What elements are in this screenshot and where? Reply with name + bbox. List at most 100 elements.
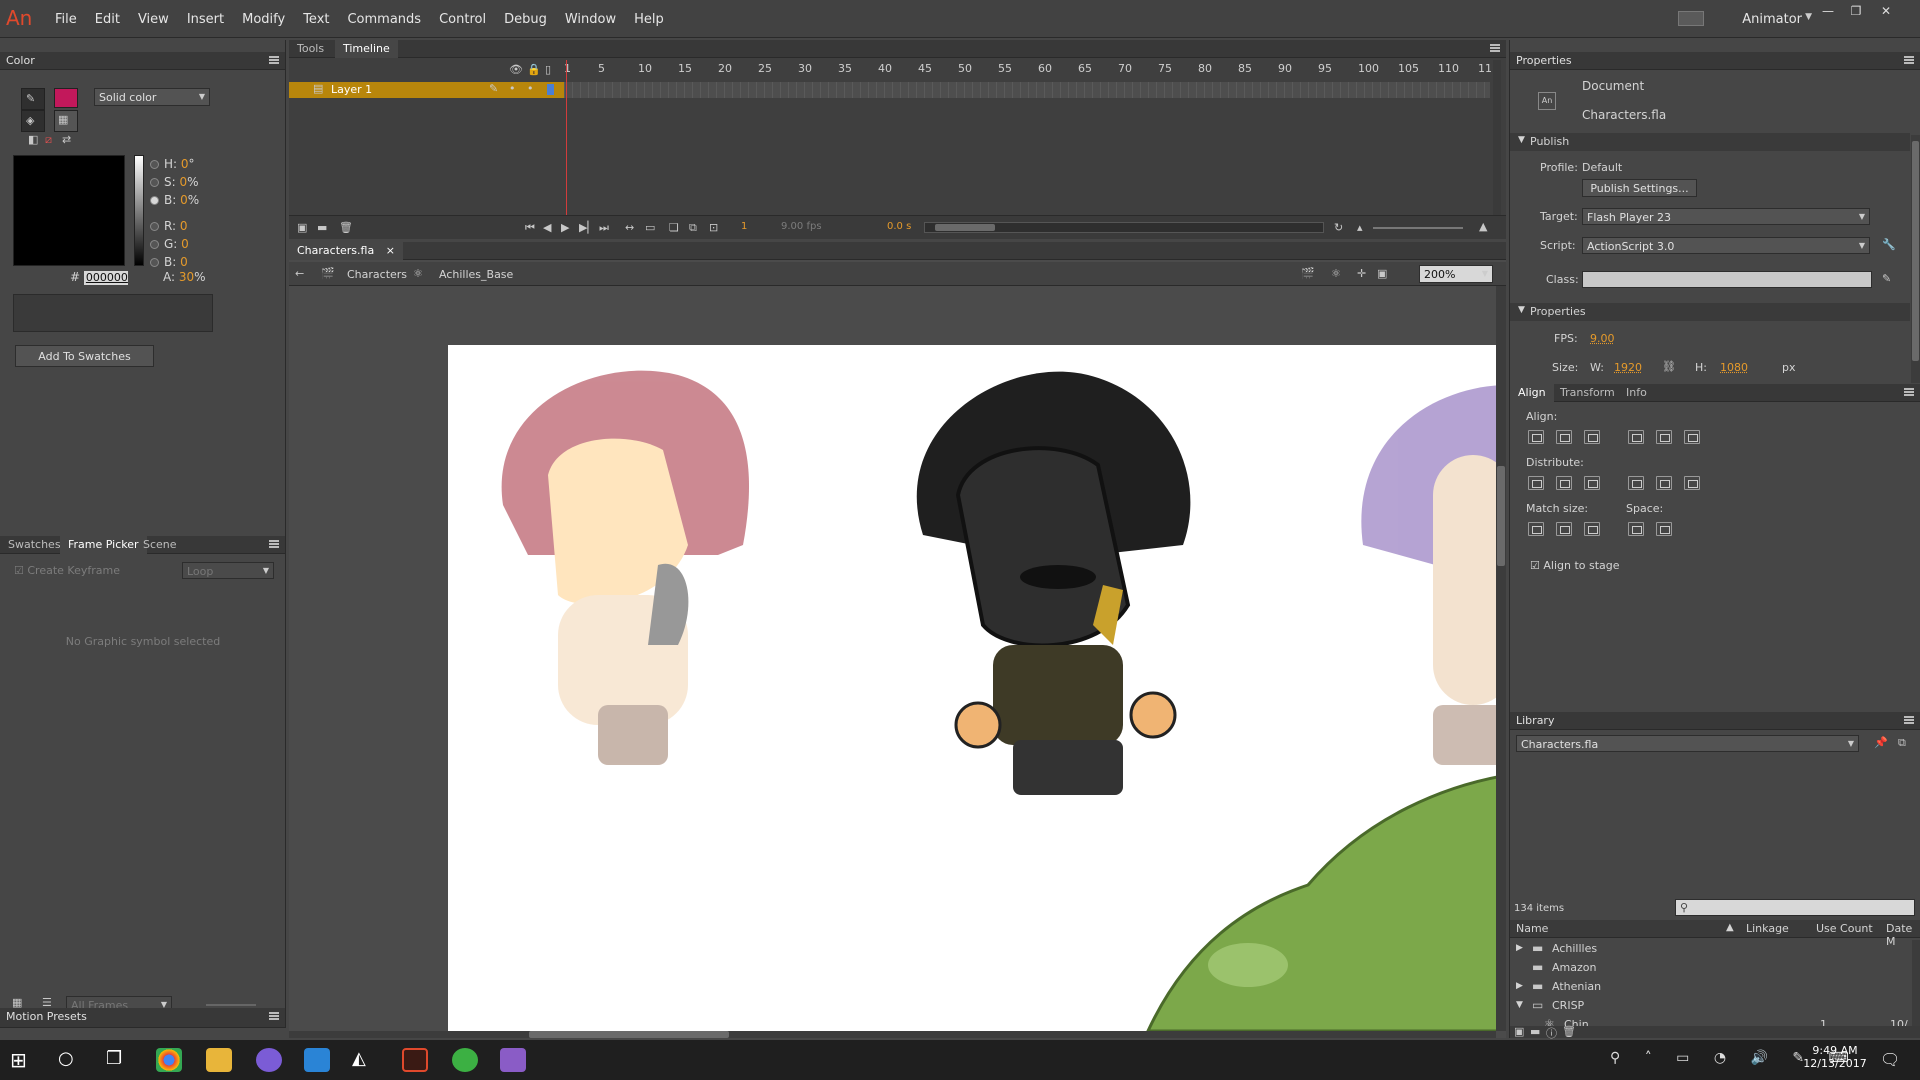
distribute-right-icon[interactable] <box>1684 476 1700 490</box>
new-symbol-icon[interactable]: ▣ <box>1514 1025 1524 1038</box>
ruler-tick-label[interactable]: 65 <box>1078 62 1092 75</box>
class-input[interactable] <box>1582 271 1872 288</box>
play-icon[interactable]: ▶ <box>561 221 569 234</box>
green-app-icon[interactable] <box>452 1048 478 1072</box>
back-arrow-icon[interactable]: ← <box>295 267 304 280</box>
column-use-count[interactable]: Use Count <box>1816 922 1873 935</box>
lock-icon[interactable]: 🔒 <box>527 63 541 76</box>
frame-ruler[interactable]: 1 5 10 15 20 25 30 35 40 45 50 55 60 65 70 75 80 85 90 95 10… <box>564 60 1490 78</box>
panel-menu-icon[interactable] <box>269 540 279 548</box>
step-back-icon[interactable]: ◀ <box>543 221 551 234</box>
tab-align[interactable]: Align <box>1510 384 1554 402</box>
match-both-icon[interactable] <box>1584 522 1600 536</box>
file-explorer-icon[interactable] <box>206 1048 232 1072</box>
thumbnail-size-slider[interactable] <box>206 1004 256 1006</box>
pencil-icon[interactable]: ✎ <box>489 82 498 95</box>
width-value[interactable]: 1920 <box>1614 361 1642 374</box>
stage-h-scrollbar[interactable] <box>289 1031 1496 1038</box>
monster-bottom-right[interactable] <box>1148 775 1501 1031</box>
character-right-purple[interactable] <box>1361 385 1501 765</box>
center-stage-icon[interactable]: ✛ <box>1357 267 1366 280</box>
new-folder-icon[interactable]: ▬ <box>1530 1025 1540 1038</box>
fps-readout[interactable]: 9.00 fps <box>781 221 822 232</box>
vscode-icon[interactable] <box>304 1048 330 1072</box>
fill-type-select[interactable]: Solid color <box>94 88 210 106</box>
fps-value[interactable]: 9.00 <box>1590 332 1615 345</box>
large-mountain-icon[interactable]: ▲ <box>1479 220 1487 233</box>
outline-icon[interactable]: ▯ <box>545 63 551 76</box>
edit-symbol-icon[interactable]: ⚛ <box>1331 267 1341 280</box>
tab-scene[interactable]: Scene <box>135 536 185 554</box>
onion-skin-icon[interactable]: ▭ <box>645 221 655 234</box>
menu-window[interactable]: Window <box>556 12 625 27</box>
frame-size-slider[interactable] <box>1373 227 1463 229</box>
fill-color-tool[interactable]: ◈ <box>21 110 45 132</box>
space-horizontal-icon[interactable] <box>1656 522 1672 536</box>
scroll-thumb[interactable] <box>1912 141 1919 361</box>
saturation-radio[interactable] <box>150 178 159 187</box>
loop-icon[interactable]: ↔ <box>625 221 634 234</box>
last-frame-icon[interactable]: ⏭ <box>599 221 609 235</box>
create-keyframe-checkbox[interactable]: ☑ Create Keyframe <box>14 564 120 577</box>
zoom-select[interactable]: 200% <box>1419 265 1493 283</box>
timeline-h-scrollbar[interactable] <box>924 222 1324 233</box>
distribute-top-icon[interactable] <box>1528 476 1544 490</box>
red-radio[interactable] <box>150 222 159 231</box>
ruler-tick-label[interactable]: 110 <box>1438 62 1459 75</box>
library-scrollbar[interactable] <box>1912 940 1920 1026</box>
character-left-red[interactable] <box>502 371 749 765</box>
brightness-slider[interactable] <box>134 155 144 266</box>
menu-file[interactable]: File <box>46 12 86 27</box>
layer-row[interactable]: ▤ Layer 1 ✎ • • <box>289 82 564 98</box>
list-item[interactable]: ▬ Amazon <box>1510 959 1912 978</box>
restore-icon[interactable]: ❐ <box>1842 4 1870 18</box>
ruler-tick-label[interactable]: 105 <box>1398 62 1419 75</box>
doc-tab[interactable]: Characters.fla × <box>289 242 403 260</box>
wrench-icon[interactable]: 🔧 <box>1882 238 1896 251</box>
properties-icon[interactable]: ⓘ <box>1546 1025 1557 1041</box>
loop-select[interactable]: Loop <box>182 562 274 579</box>
match-width-icon[interactable] <box>1528 522 1544 536</box>
target-select[interactable]: Flash Player 23 <box>1582 208 1870 225</box>
ruler-tick-label[interactable]: 100 <box>1358 62 1379 75</box>
library-document-select[interactable]: Characters.fla <box>1516 735 1859 752</box>
align-left-icon[interactable] <box>1528 430 1544 444</box>
menu-insert[interactable]: Insert <box>178 12 233 27</box>
eye-icon[interactable]: 👁 <box>509 63 523 76</box>
close-tab-icon[interactable]: × <box>386 244 395 257</box>
add-to-swatches-button[interactable]: Add To Swatches <box>15 345 154 367</box>
saturation-value[interactable]: 0 <box>180 175 188 189</box>
clock[interactable]: 9:49 AM 12/13/2017 <box>1800 1044 1870 1070</box>
layer-name[interactable]: Layer 1 <box>331 83 372 96</box>
tab-transform[interactable]: Transform <box>1552 384 1623 402</box>
current-frame[interactable]: 1 <box>741 221 747 232</box>
clip-icon[interactable]: ▣ <box>1377 267 1387 280</box>
new-layer-icon[interactable]: ▣ <box>297 221 307 234</box>
pin-icon[interactable]: 📌 <box>1874 736 1888 749</box>
cortana-icon[interactable]: ○ <box>58 1048 84 1072</box>
breadcrumb-symbol[interactable]: Achilles_Base <box>439 268 513 281</box>
minimize-icon[interactable]: — <box>1814 4 1842 18</box>
sort-ascending-icon[interactable]: ▲ <box>1726 922 1734 933</box>
ruler-tick-label[interactable]: 45 <box>918 62 932 75</box>
ruler-tick-label[interactable]: 60 <box>1038 62 1052 75</box>
script-select[interactable]: ActionScript 3.0 <box>1582 237 1870 254</box>
link-icon[interactable]: ⛓ <box>1662 360 1676 373</box>
lock-dot-icon[interactable]: • <box>527 82 534 95</box>
onion-outline-icon[interactable]: ❏ <box>669 221 679 234</box>
menu-modify[interactable]: Modify <box>233 12 294 27</box>
chrome-icon[interactable] <box>156 1048 182 1072</box>
character-center-dark[interactable] <box>917 372 1191 795</box>
brightness-radio[interactable] <box>150 196 159 205</box>
playhead[interactable] <box>566 60 567 215</box>
animate-taskbar-icon[interactable] <box>402 1048 428 1072</box>
blue-value[interactable]: 0 <box>180 255 188 269</box>
column-linkage[interactable]: Linkage <box>1746 922 1789 935</box>
scroll-thumb[interactable] <box>1497 466 1505 566</box>
align-to-stage-checkbox[interactable]: ☑ Align to stage <box>1530 559 1620 572</box>
align-bottom-icon[interactable] <box>1684 430 1700 444</box>
edit-scene-icon[interactable]: 🎬 <box>1301 267 1315 280</box>
alpha-value[interactable]: 30 <box>179 270 194 284</box>
stage-canvas[interactable] <box>448 345 1501 1031</box>
edit-multiple-icon[interactable]: ⧉ <box>689 221 697 235</box>
